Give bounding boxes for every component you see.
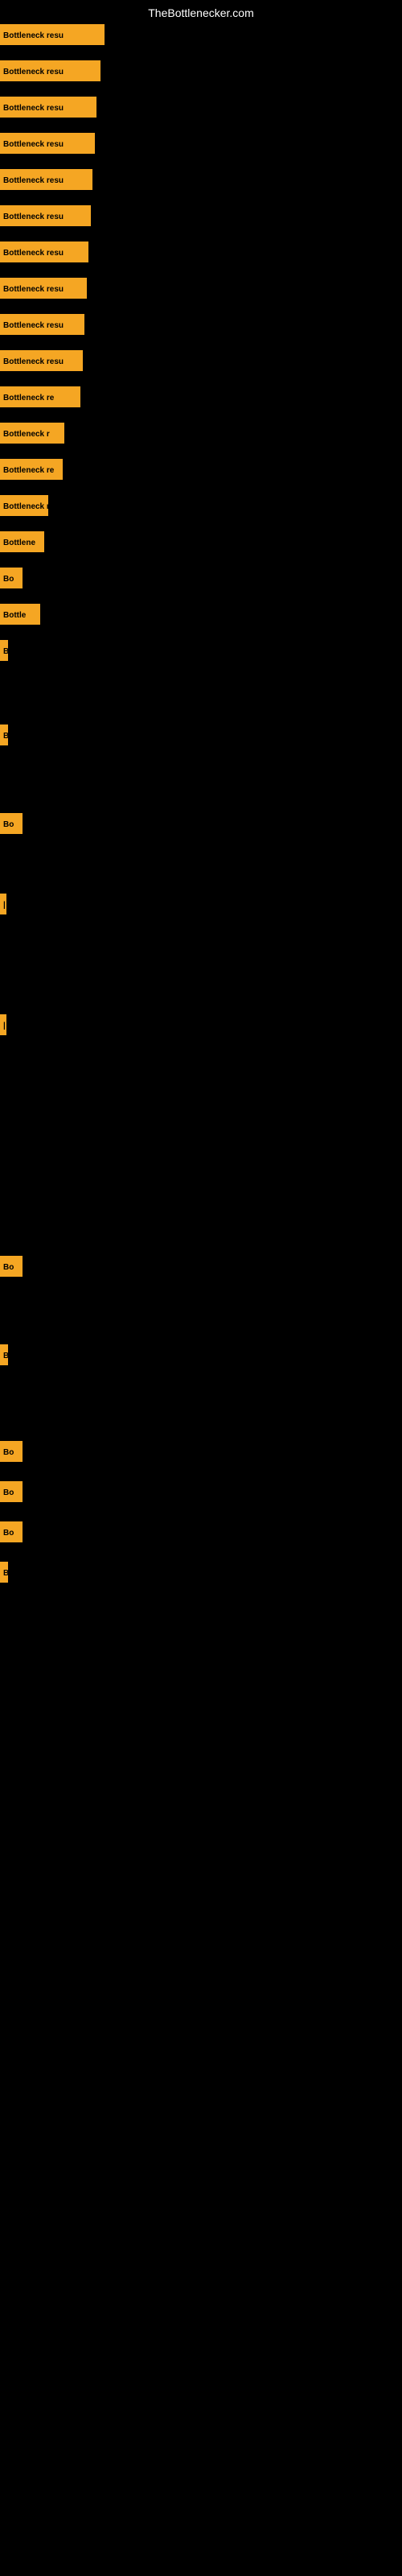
bar-label: Bottleneck re	[0, 459, 63, 480]
bar-label: Bottle	[0, 604, 40, 625]
bar-label: Bottleneck resu	[0, 314, 84, 335]
bar-label: B	[0, 1562, 8, 1583]
bar-label: Bottleneck resu	[0, 133, 95, 154]
bar-item: Bo	[0, 1481, 23, 1502]
bar-item: Bottleneck resu	[0, 24, 105, 45]
bar-label: Bottleneck resu	[0, 24, 105, 45]
bar-label: B	[0, 1344, 8, 1365]
bar-item: Bottleneck resu	[0, 242, 88, 262]
bar-label: Bottleneck re	[0, 386, 80, 407]
bar-item: B	[0, 1562, 8, 1583]
bar-label: |	[0, 894, 6, 914]
bar-label: Bo	[0, 568, 23, 588]
bar-item: B	[0, 1344, 8, 1365]
bar-item: Bottleneck resu	[0, 314, 84, 335]
bar-label: Bottleneck resu	[0, 350, 83, 371]
bar-label: Bottlene	[0, 531, 44, 552]
bar-item: Bottleneck re	[0, 459, 63, 480]
bar-label: Bottleneck resu	[0, 60, 100, 81]
bar-label: B	[0, 640, 8, 661]
bar-item: Bottleneck resu	[0, 350, 83, 371]
bar-label: Bottleneck resu	[0, 278, 87, 299]
bar-item: Bottlene	[0, 531, 44, 552]
bar-item: |	[0, 1014, 6, 1035]
bar-item: Bottle	[0, 604, 40, 625]
bar-item: Bottleneck resu	[0, 169, 92, 190]
bar-item: Bo	[0, 1256, 23, 1277]
bar-item: Bottleneck r	[0, 495, 48, 516]
bar-label: Bo	[0, 1441, 23, 1462]
bar-label: Bo	[0, 813, 23, 834]
bar-item: Bottleneck re	[0, 386, 80, 407]
bar-item: Bo	[0, 1521, 23, 1542]
bar-label: Bottleneck resu	[0, 97, 96, 118]
bar-label: Bottleneck r	[0, 423, 64, 444]
bar-item: Bottleneck resu	[0, 278, 87, 299]
bar-label: Bottleneck resu	[0, 205, 91, 226]
bar-label: Bo	[0, 1521, 23, 1542]
bar-label: Bottleneck resu	[0, 169, 92, 190]
bar-item: Bottleneck resu	[0, 205, 91, 226]
bar-item: B	[0, 724, 8, 745]
bar-item: Bo	[0, 813, 23, 834]
bar-item: Bo	[0, 1441, 23, 1462]
bar-item: Bo	[0, 568, 23, 588]
bar-label: Bo	[0, 1481, 23, 1502]
bar-label: |	[0, 1014, 6, 1035]
bar-item: Bottleneck r	[0, 423, 64, 444]
bar-label: Bo	[0, 1256, 23, 1277]
bar-item: B	[0, 640, 8, 661]
bar-label: B	[0, 724, 8, 745]
bar-item: Bottleneck resu	[0, 60, 100, 81]
site-title: TheBottlenecker.com	[0, 0, 402, 26]
bar-item: Bottleneck resu	[0, 97, 96, 118]
bar-label: Bottleneck r	[0, 495, 48, 516]
bar-label: Bottleneck resu	[0, 242, 88, 262]
bar-item: Bottleneck resu	[0, 133, 95, 154]
bar-item: |	[0, 894, 6, 914]
